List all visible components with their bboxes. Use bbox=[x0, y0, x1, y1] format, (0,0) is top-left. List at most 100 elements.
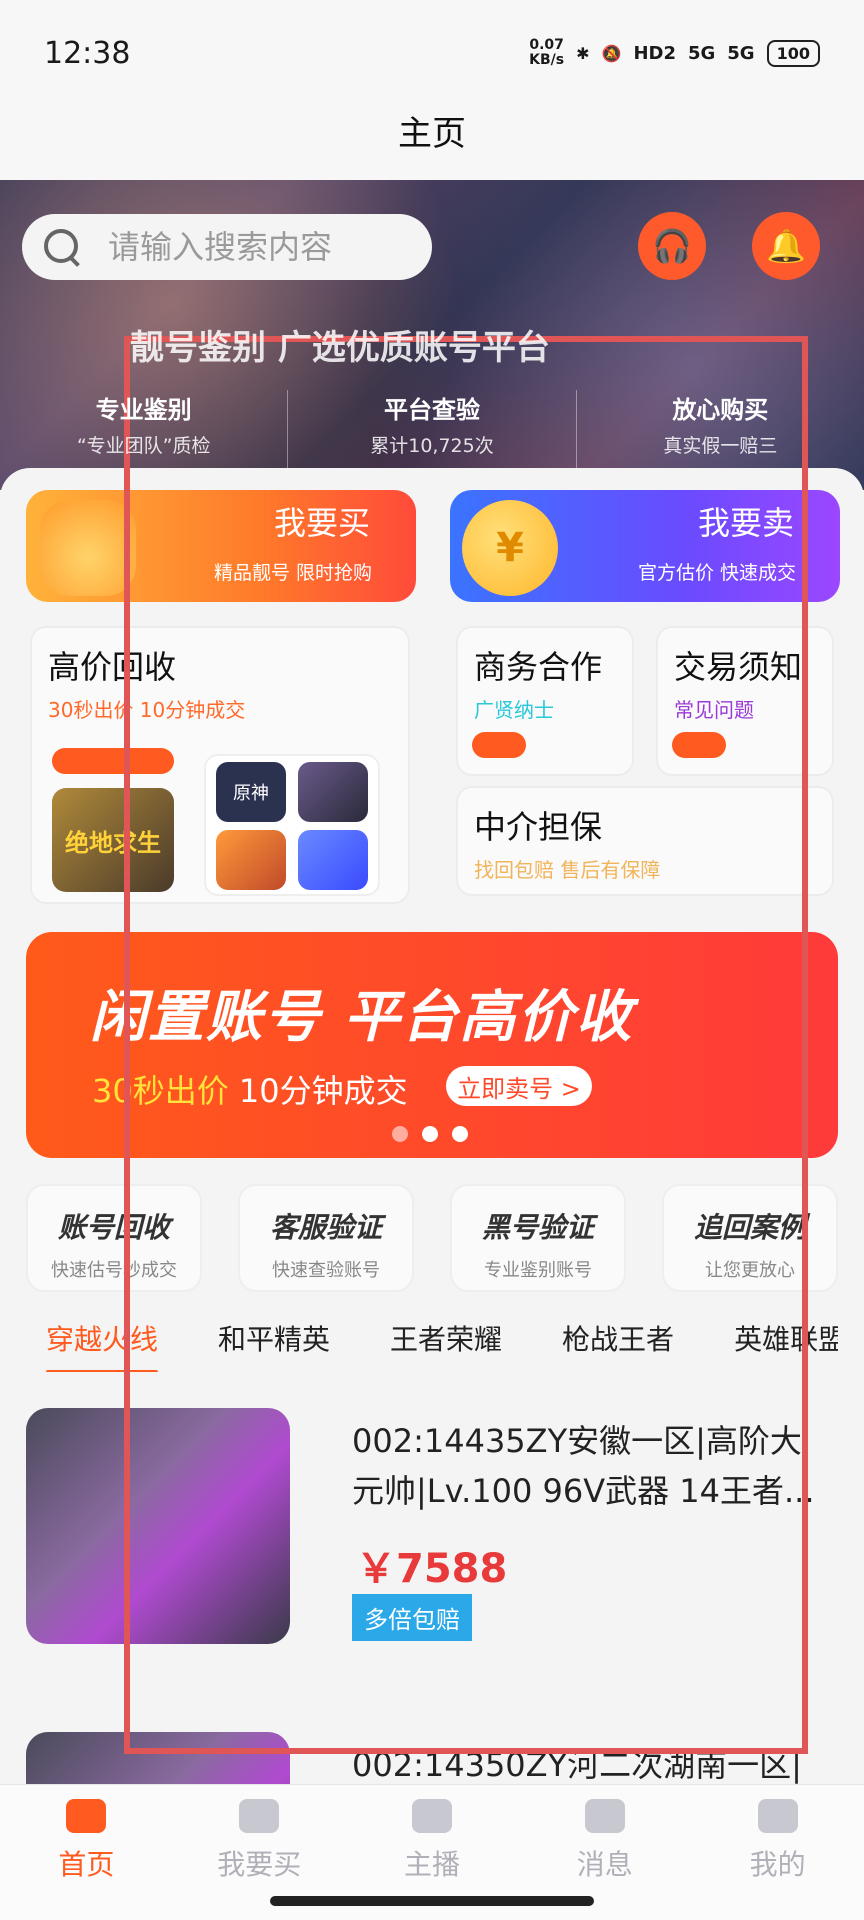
nav-home[interactable]: 首页 bbox=[0, 1785, 173, 1920]
quick-sub: 专业鉴别账号 bbox=[484, 1260, 592, 1281]
business-title: 商务合作 bbox=[474, 648, 603, 686]
feature-title: 专业鉴别 bbox=[95, 396, 192, 424]
net-speed-value: 0.07 bbox=[529, 37, 564, 53]
recycle-tile[interactable]: 高价回收 30秒出价 10分钟成交 绝地求生 原神 bbox=[30, 626, 410, 904]
carousel-dot[interactable] bbox=[422, 1126, 438, 1142]
home-indicator bbox=[270, 1896, 594, 1906]
tab-honor-of-kings[interactable]: 王者荣耀 bbox=[370, 1308, 502, 1372]
bell-icon: 🔔 bbox=[766, 227, 806, 265]
sell-sub: 官方估价 快速成交 bbox=[637, 562, 796, 584]
rules-pill bbox=[672, 732, 726, 758]
gamepad-icon bbox=[239, 1799, 280, 1833]
signal-icon-2: 5G bbox=[727, 42, 755, 64]
promo-banner[interactable]: 闲置账号 平台高价收 30秒出价 10分钟成交 立即卖号 > bbox=[26, 932, 838, 1158]
quick-account-recycle[interactable]: 账号回收 快速估号秒成交 bbox=[26, 1184, 202, 1292]
feature-item: 专业鉴别 “专业团队”质检 bbox=[0, 390, 289, 470]
rules-title: 交易须知 bbox=[674, 648, 803, 686]
hero-slogan: 靓号鉴别 广选优质账号平台 bbox=[130, 328, 550, 368]
home-icon bbox=[66, 1799, 107, 1833]
nav-label: 我要买 bbox=[217, 1848, 302, 1881]
recycle-title: 高价回收 bbox=[48, 648, 177, 686]
product-title: 002:14350ZY河二次湖南一区| bbox=[352, 1746, 802, 1784]
tab-lol[interactable]: 英雄联盟 bbox=[714, 1308, 838, 1372]
headset-icon: 🎧 bbox=[652, 227, 692, 265]
banner-title: 闲置账号 平台高价收 bbox=[90, 985, 634, 1050]
product-item[interactable]: 002:14350ZY河二次湖南一区| bbox=[26, 1732, 838, 1784]
sell-now-button[interactable]: 立即卖号 > bbox=[446, 1066, 592, 1106]
game-icon-2 bbox=[298, 762, 368, 822]
feature-sub: “专业团队”质检 bbox=[76, 435, 211, 457]
carousel-dots bbox=[392, 1126, 468, 1142]
banner-subtitle: 30秒出价 10分钟成交 bbox=[92, 1066, 408, 1112]
games-grid: 原神 bbox=[204, 754, 380, 896]
mute-icon: 🔕 bbox=[601, 43, 622, 63]
net-speed: 0.07 KB/s bbox=[529, 38, 564, 68]
naruto-icon bbox=[216, 830, 286, 890]
signal-icon-1: 5G bbox=[687, 42, 716, 64]
status-icons: 0.07 KB/s ✱ 🔕 HD2 5G 5G 100 bbox=[529, 38, 820, 68]
genshin-icon: 原神 bbox=[216, 762, 286, 822]
main-content: 我要买 精品靓号 限时抢购 ¥ 我要卖 官方估价 快速成交 高价回收 30秒出价… bbox=[0, 468, 864, 1784]
product-title: 002:14435ZY安徽一区|高阶大元帅|Lv.100 96V武器 14王者.… bbox=[352, 1422, 815, 1510]
search-icon bbox=[40, 225, 84, 269]
battery-icon: 100 bbox=[766, 39, 820, 67]
net-speed-unit: KB/s bbox=[529, 52, 565, 68]
hero-banner: 🎧 🔔 靓号鉴别 广选优质账号平台 专业鉴别 “专业团队”质检 平台查验 累计1… bbox=[0, 180, 864, 490]
quick-service-verify[interactable]: 客服验证 快速查验账号 bbox=[238, 1184, 414, 1292]
rules-tile[interactable]: 交易须知 常见问题 bbox=[656, 626, 834, 776]
quick-recovery-cases[interactable]: 追回案例 让您更放心 bbox=[662, 1184, 838, 1292]
business-tile[interactable]: 商务合作 广贤纳士 bbox=[456, 626, 634, 776]
status-bar: 12:38 0.07 KB/s ✱ 🔕 HD2 5G 5G 100 bbox=[0, 0, 864, 104]
nav-profile[interactable]: 我的 bbox=[691, 1785, 864, 1920]
nav-label: 我的 bbox=[749, 1848, 806, 1881]
buy-title: 我要买 bbox=[273, 504, 370, 542]
coin-icon: ¥ bbox=[462, 500, 558, 596]
feature-row: 专业鉴别 “专业团队”质检 平台查验 累计10,725次 放心购买 真实假一赔三 bbox=[0, 390, 864, 470]
quick-title: 客服验证 bbox=[269, 1211, 382, 1244]
quick-title: 黑号验证 bbox=[481, 1211, 594, 1244]
notification-button[interactable]: 🔔 bbox=[752, 212, 820, 280]
feature-item: 放心购买 真实假一赔三 bbox=[577, 390, 864, 470]
feature-sub: 累计10,725次 bbox=[370, 435, 494, 457]
quick-title: 追回案例 bbox=[693, 1211, 806, 1244]
hd-icon: HD2 bbox=[633, 42, 676, 64]
user-icon bbox=[757, 1799, 798, 1833]
agent-sub: 找回包赔 售后有保障 bbox=[474, 858, 661, 882]
crown-icon bbox=[40, 500, 136, 596]
tab-pubg-mobile[interactable]: 和平精英 bbox=[198, 1308, 330, 1372]
buy-card[interactable]: 我要买 精品靓号 限时抢购 bbox=[26, 490, 416, 602]
agent-tile[interactable]: 中介担保 找回包赔 售后有保障 bbox=[456, 786, 834, 896]
sell-card[interactable]: ¥ 我要卖 官方估价 快速成交 bbox=[450, 490, 840, 602]
search-input[interactable] bbox=[108, 228, 408, 266]
product-item[interactable]: 002:14435ZY安徽一区|高阶大元帅|Lv.100 96V武器 14王者.… bbox=[26, 1408, 838, 1648]
tab-cf[interactable]: 穿越火线 bbox=[26, 1308, 159, 1372]
carousel-dot[interactable] bbox=[452, 1126, 468, 1142]
search-bar[interactable] bbox=[22, 214, 432, 280]
carousel-dot[interactable] bbox=[392, 1126, 408, 1142]
status-time: 12:38 bbox=[44, 36, 131, 71]
nav-label: 主播 bbox=[403, 1848, 460, 1881]
quick-sub: 让您更放心 bbox=[705, 1260, 795, 1281]
product-image bbox=[26, 1732, 290, 1784]
quick-sub: 快速估号秒成交 bbox=[51, 1260, 177, 1281]
bluetooth-icon: ✱ bbox=[576, 43, 590, 63]
title-bar: 主页 bbox=[0, 104, 864, 180]
game-tabs: 穿越火线 和平精英 王者荣耀 枪战王者 英雄联盟 bbox=[26, 1308, 838, 1372]
banner-sub-rest: 10分钟成交 bbox=[228, 1072, 408, 1110]
quick-actions: 账号回收 快速估号秒成交 客服验证 快速查验账号 黑号验证 专业鉴别账号 追回案… bbox=[26, 1184, 838, 1292]
product-price: ￥7588 bbox=[356, 1546, 508, 1592]
page-title: 主页 bbox=[398, 114, 466, 154]
game-icon-4 bbox=[298, 830, 368, 890]
tab-gun-king[interactable]: 枪战王者 bbox=[542, 1308, 674, 1372]
quick-sub: 快速查验账号 bbox=[272, 1260, 380, 1281]
customer-service-button[interactable]: 🎧 bbox=[638, 212, 706, 280]
product-tag: 多倍包赔 bbox=[352, 1594, 472, 1641]
quick-title: 账号回收 bbox=[57, 1211, 170, 1244]
recycle-pill bbox=[52, 748, 174, 774]
feature-sub: 真实假一赔三 bbox=[663, 435, 778, 457]
business-sub: 广贤纳士 bbox=[474, 698, 554, 722]
nav-label: 首页 bbox=[58, 1848, 115, 1881]
quick-blacklist-verify[interactable]: 黑号验证 专业鉴别账号 bbox=[450, 1184, 626, 1292]
nav-label: 消息 bbox=[576, 1848, 633, 1881]
rules-sub: 常见问题 bbox=[674, 698, 754, 722]
